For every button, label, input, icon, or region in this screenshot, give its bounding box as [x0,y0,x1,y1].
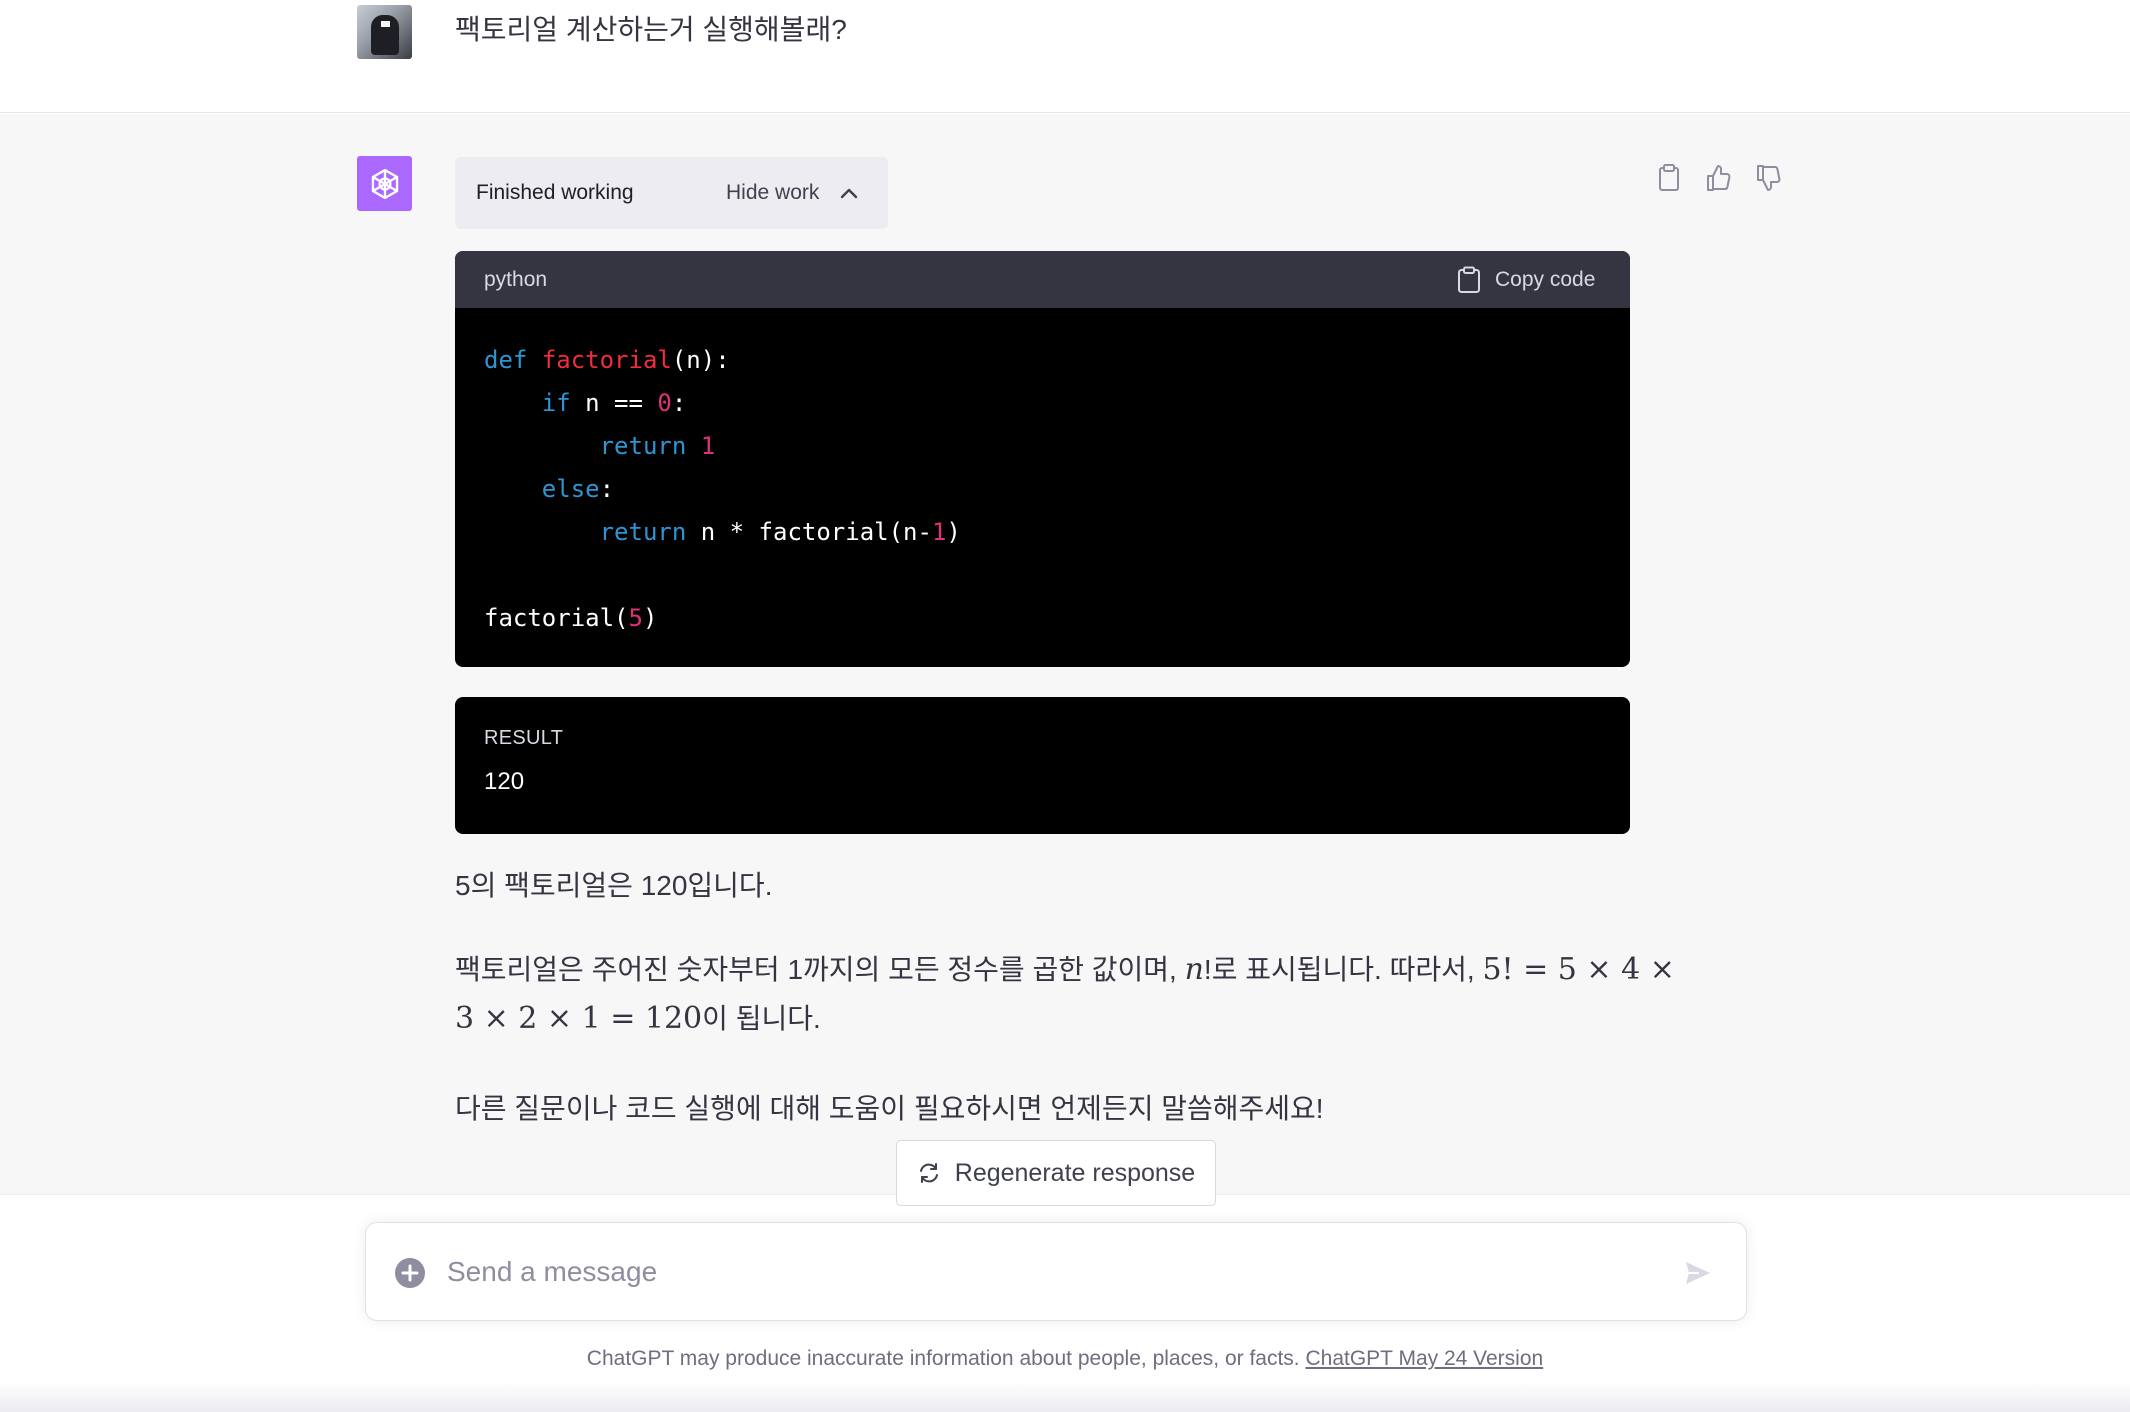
plus-circle-icon[interactable] [394,1257,426,1289]
regenerate-response-button[interactable]: Regenerate response [896,1140,1216,1206]
clipboard-icon[interactable] [1654,162,1684,194]
paragraph-text: !로 표시됩니다. 따라서, [1203,954,1483,985]
code-block: python Copy code def factorial(n): if n … [455,251,1630,667]
code-line: return n * factorial(n-1) [599,518,961,546]
code-content: def factorial(n): if n == 0: return 1 el… [484,339,961,640]
message-input[interactable] [447,1245,1627,1299]
thumbs-down-icon[interactable] [1753,162,1783,194]
disclaimer-text: ChatGPT may produce inaccurate informati… [586,1347,1306,1370]
math-expression: 5! = 5 × 4 × [1482,952,1675,987]
message-composer [365,1222,1747,1321]
work-status-box: Finished working Hide work [455,157,888,229]
response-paragraph-2-line-1: 팩토리얼은 주어진 숫자부터 1까지의 모든 정수를 곱한 값이며, n!로 표… [455,948,1675,988]
math-expression: 3 × 2 × 1 = 120 [455,1001,703,1036]
code-line: else: [541,475,615,503]
paragraph-text: 팩토리얼은 주어진 숫자부터 1까지의 모든 정수를 곱한 값이며, [455,954,1185,985]
code-header: python Copy code [455,251,1630,308]
version-link[interactable]: ChatGPT May 24 Version [1305,1347,1543,1370]
code-line: factorial(5) [484,604,658,632]
chevron-up-icon[interactable] [839,184,859,202]
math-variable: n [1184,952,1204,987]
response-paragraph-3: 다른 질문이나 코드 실행에 대해 도움이 필요하시면 언제든지 말씀해주세요! [455,1093,1324,1124]
clipboard-icon [1458,266,1480,293]
code-language-label: python [484,268,548,291]
send-icon[interactable] [1683,1258,1713,1288]
code-line: if n == 0: [541,389,687,417]
hide-work-button[interactable]: Hide work [726,181,819,205]
paragraph-text: 이 됩니다. [702,1003,821,1034]
copy-code-button[interactable]: Copy code [1457,264,1595,296]
user-message-row: 팩토리얼 계산하는거 실행해볼래? [0,0,2130,113]
result-value: 120 [484,768,525,795]
thumbs-up-icon[interactable] [1703,162,1733,194]
response-paragraph-2-line-2: 3 × 2 × 1 = 120이 됩니다. [455,997,821,1037]
chatgpt-logo-icon [357,156,412,211]
user-avatar [357,5,412,59]
work-status-label: Finished working [476,181,634,204]
result-block: RESULT 120 [455,697,1630,834]
user-message-text: 팩토리얼 계산하는거 실행해볼래? [455,14,847,45]
response-paragraph-1: 5의 팩토리얼은 120입니다. [455,870,773,901]
refresh-icon [919,1163,938,1183]
code-line: return 1 [599,432,716,460]
copy-code-label: Copy code [1495,268,1596,291]
user-avatar-patch [381,21,390,27]
footer-disclaimer: ChatGPT may produce inaccurate informati… [0,1347,2130,1371]
regenerate-label: Regenerate response [954,1158,1196,1187]
code-line: def factorial(n): [484,346,730,374]
result-label: RESULT [484,727,564,749]
